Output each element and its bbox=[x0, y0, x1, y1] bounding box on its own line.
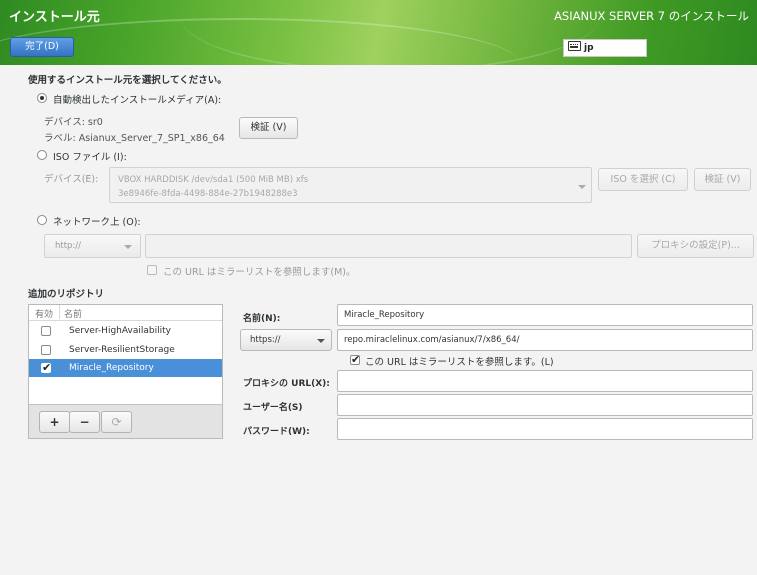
repo-row[interactable]: Server-ResilientStorage bbox=[29, 341, 222, 359]
repo-name-label: 名前(N): bbox=[243, 314, 281, 324]
password-input[interactable] bbox=[337, 418, 753, 440]
chevron-down-icon bbox=[578, 185, 586, 189]
username-label: ユーザー名(S) bbox=[243, 403, 303, 413]
keyboard-layout-label: jp bbox=[584, 43, 594, 53]
repo-enabled-checkbox[interactable] bbox=[41, 326, 51, 336]
iso-file-radio[interactable] bbox=[37, 150, 47, 160]
proxy-url-label: プロキシの URL(X): bbox=[243, 379, 330, 389]
product-title: ASIANUX SERVER 7 のインストール bbox=[554, 9, 749, 23]
repo-url-input[interactable]: repo.miraclelinux.com/asianux/7/x86_64/ bbox=[337, 329, 753, 351]
repo-name: Server-ResilientStorage bbox=[69, 345, 175, 355]
repo-mirrorlist-label: この URL はミラーリストを参照します。(L) bbox=[365, 357, 554, 368]
verify-iso-button[interactable]: 検証 (V) bbox=[694, 168, 751, 191]
iso-device-label: デバイス(E): bbox=[44, 174, 99, 185]
repo-name-input[interactable]: Miracle_Repository bbox=[337, 304, 753, 326]
repo-enabled-checkbox[interactable] bbox=[41, 345, 51, 355]
keyboard-layout-indicator[interactable]: jp bbox=[563, 39, 647, 57]
keyboard-icon bbox=[568, 41, 581, 51]
auto-media-volume-label: ラベル: Asianux_Server_7_SP1_x86_64 bbox=[44, 133, 225, 144]
repo-name: Miracle_Repository bbox=[69, 363, 154, 373]
iso-device-line1: VBOX HARDDISK /dev/sda1 (500 MiB MB) xfs bbox=[118, 175, 309, 185]
repo-protocol-value: https:// bbox=[250, 335, 281, 345]
repo-list-header: 有効 名前 bbox=[29, 305, 222, 321]
network-radio[interactable] bbox=[37, 215, 47, 225]
chevron-down-icon bbox=[317, 339, 325, 343]
header-bar: インストール元 ASIANUX SERVER 7 のインストール 完了(D) j… bbox=[0, 0, 757, 65]
network-protocol-select[interactable]: http:// bbox=[44, 234, 141, 258]
checkmark-icon: ✔ bbox=[42, 361, 52, 374]
done-button[interactable]: 完了(D) bbox=[10, 37, 74, 57]
refresh-icon[interactable]: ⟳ bbox=[101, 411, 132, 433]
network-mirrorlist-checkbox[interactable] bbox=[147, 265, 157, 275]
auto-media-radio[interactable] bbox=[37, 93, 47, 103]
repo-url-value: repo.miraclelinux.com/asianux/7/x86_64/ bbox=[344, 335, 520, 345]
col-enabled: 有効 bbox=[35, 310, 54, 320]
proxy-settings-button[interactable]: プロキシの設定(P)... bbox=[637, 234, 754, 258]
chevron-down-icon bbox=[124, 245, 132, 249]
col-name: 名前 bbox=[64, 310, 83, 320]
proxy-url-input[interactable] bbox=[337, 370, 753, 392]
add-repo-button[interactable]: + bbox=[39, 411, 70, 433]
repo-protocol-select[interactable]: https:// bbox=[240, 329, 332, 351]
repo-toolbar: + − ⟳ bbox=[29, 404, 222, 438]
password-label: パスワード(W): bbox=[243, 427, 310, 437]
repo-row[interactable]: Server-HighAvailability bbox=[29, 322, 222, 340]
repo-list: 有効 名前 Server-HighAvailability Server-Res… bbox=[28, 304, 223, 439]
remove-repo-button[interactable]: − bbox=[69, 411, 100, 433]
checkmark-icon: ✔ bbox=[351, 353, 361, 366]
network-label: ネットワーク上 (O): bbox=[53, 217, 141, 228]
repos-heading: 追加のリポジトリ bbox=[28, 289, 105, 300]
auto-media-label: 自動検出したインストールメディア(A): bbox=[53, 95, 222, 106]
repo-name: Server-HighAvailability bbox=[69, 326, 171, 336]
repo-mirrorlist-checkbox[interactable]: ✔ bbox=[350, 353, 361, 366]
choose-iso-button[interactable]: ISO を選択 (C) bbox=[598, 168, 688, 191]
username-input[interactable] bbox=[337, 394, 753, 416]
network-url-input[interactable] bbox=[145, 234, 632, 258]
network-mirrorlist-label: この URL はミラーリストを参照します(M)。 bbox=[163, 267, 356, 278]
auto-media-device: デバイス: sr0 bbox=[44, 117, 103, 128]
iso-device-line2: 3e8946fe-8fda-4498-884e-27b1948288e3 bbox=[118, 189, 298, 199]
verify-media-button[interactable]: 検証 (V) bbox=[239, 117, 298, 139]
page-title: インストール元 bbox=[9, 10, 100, 25]
repo-enabled-checkbox[interactable]: ✔ bbox=[41, 361, 52, 374]
iso-device-select[interactable]: VBOX HARDDISK /dev/sda1 (500 MiB MB) xfs… bbox=[109, 167, 592, 203]
network-protocol-value: http:// bbox=[55, 241, 82, 251]
source-heading: 使用するインストール元を選択してください。 bbox=[28, 75, 227, 86]
iso-file-label: ISO ファイル (I): bbox=[53, 152, 127, 163]
repo-row[interactable]: ✔ Miracle_Repository bbox=[29, 359, 222, 377]
repo-name-value: Miracle_Repository bbox=[344, 310, 425, 320]
